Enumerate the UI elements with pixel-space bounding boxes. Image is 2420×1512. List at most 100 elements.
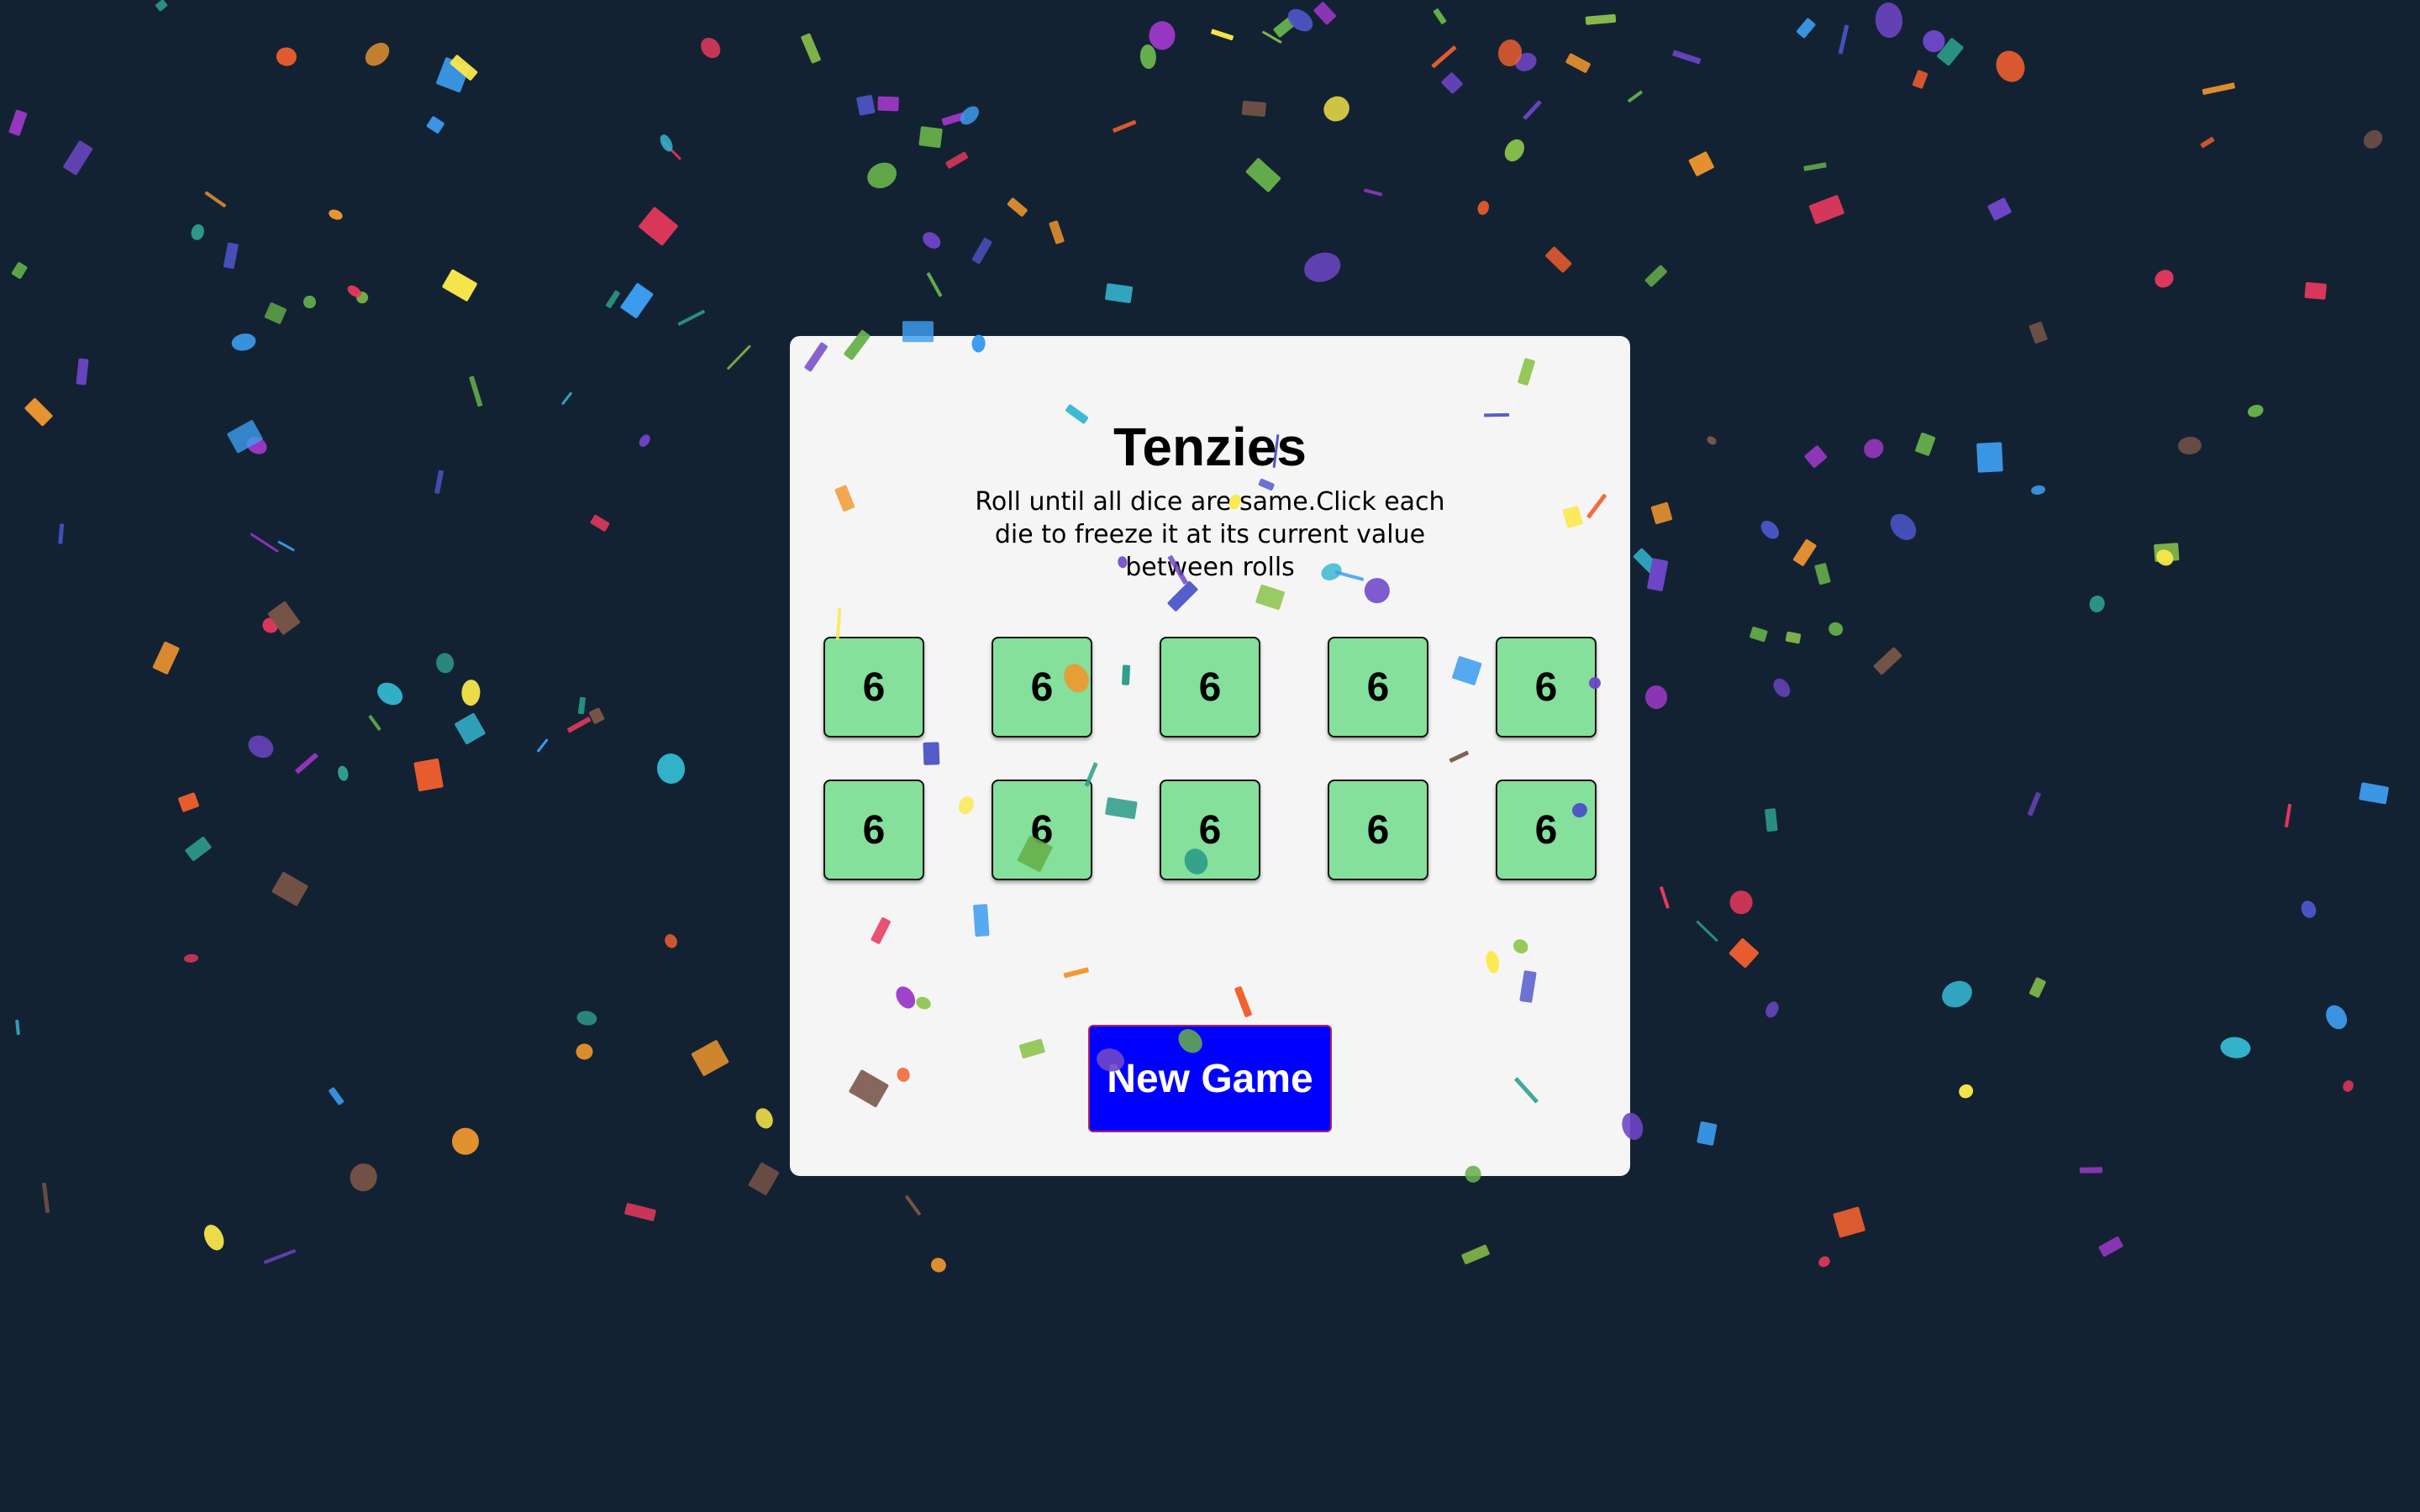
confetti-piece xyxy=(449,54,479,81)
confetti-piece xyxy=(971,236,992,265)
confetti-piece xyxy=(229,332,257,354)
confetti-piece xyxy=(1149,21,1176,50)
confetti-piece xyxy=(657,132,676,154)
confetti-piece xyxy=(1763,1000,1781,1020)
confetti-piece xyxy=(1241,100,1267,117)
confetti-piece xyxy=(661,140,682,161)
confetti-piece xyxy=(957,102,983,129)
die-5[interactable]: 6 xyxy=(1496,637,1597,738)
confetti-piece xyxy=(454,712,487,746)
confetti-piece xyxy=(373,678,408,710)
confetti-piece xyxy=(637,207,679,247)
confetti-piece xyxy=(2098,1235,2124,1257)
confetti-piece xyxy=(1585,13,1617,25)
confetti-piece xyxy=(2153,543,2180,562)
confetti-piece xyxy=(1460,1244,1490,1265)
confetti-piece xyxy=(637,432,653,449)
confetti-piece xyxy=(1873,646,1902,675)
confetti-piece xyxy=(263,302,287,325)
confetti-piece xyxy=(14,1020,20,1036)
confetti-piece xyxy=(1646,558,1669,592)
die-1[interactable]: 6 xyxy=(823,637,924,738)
confetti-piece xyxy=(62,140,93,176)
confetti-piece xyxy=(2028,792,2042,817)
confetti-piece xyxy=(752,1105,776,1131)
confetti-piece xyxy=(727,344,752,370)
confetti-piece xyxy=(1802,444,1828,469)
confetti-piece xyxy=(1650,501,1673,526)
confetti-piece xyxy=(2087,594,2107,614)
die-8[interactable]: 6 xyxy=(1160,780,1260,880)
confetti-piece xyxy=(1431,45,1457,69)
confetti-piece xyxy=(619,282,655,319)
confetti-piece xyxy=(335,764,350,782)
confetti-piece xyxy=(2299,898,2319,921)
confetti-piece xyxy=(1318,91,1355,127)
confetti-piece xyxy=(184,836,212,862)
confetti-piece xyxy=(468,375,483,407)
confetti-piece xyxy=(275,46,298,67)
confetti-piece xyxy=(1313,1,1337,25)
confetti-piece xyxy=(2030,484,2047,496)
confetti-piece xyxy=(1048,219,1065,244)
confetti-piece xyxy=(260,615,281,636)
confetti-piece xyxy=(918,126,943,149)
confetti-piece xyxy=(11,261,28,280)
confetti-piece xyxy=(2151,265,2176,291)
die-7[interactable]: 6 xyxy=(992,780,1092,880)
confetti-piece xyxy=(1975,442,2003,473)
die-6[interactable]: 6 xyxy=(823,780,924,880)
confetti-piece xyxy=(1139,44,1157,70)
confetti-piece xyxy=(449,1124,482,1158)
confetti-piece xyxy=(576,1043,593,1060)
confetti-piece xyxy=(2322,1001,2351,1033)
confetti-piece xyxy=(1885,508,1922,546)
confetti-piece xyxy=(223,242,239,270)
confetti-piece xyxy=(1795,17,1817,39)
die-10[interactable]: 6 xyxy=(1496,780,1597,880)
confetti-piece xyxy=(226,419,264,454)
confetti-piece xyxy=(2360,126,2386,153)
confetti-piece xyxy=(204,191,227,207)
confetti-piece xyxy=(266,601,301,636)
confetti-piece xyxy=(677,310,706,327)
die-2[interactable]: 6 xyxy=(992,637,1092,738)
confetti-piece xyxy=(2028,977,2047,999)
confetti-piece xyxy=(155,0,169,13)
confetti-piece xyxy=(1523,99,1543,120)
confetti-piece xyxy=(1915,432,1936,457)
confetti-piece xyxy=(1687,150,1714,176)
confetti-piece xyxy=(587,706,605,725)
confetti-piece xyxy=(1938,975,1977,1012)
die-3[interactable]: 6 xyxy=(1160,637,1260,738)
confetti-piece xyxy=(605,289,621,309)
confetti-piece xyxy=(2202,81,2235,95)
confetti-piece xyxy=(271,871,308,907)
confetti-piece xyxy=(1644,685,1667,710)
confetti-piece xyxy=(2246,403,2265,420)
die-9[interactable]: 6 xyxy=(1328,780,1428,880)
confetti-piece xyxy=(250,533,279,554)
confetti-piece xyxy=(1757,517,1783,542)
confetti-piece xyxy=(928,1255,949,1276)
confetti-piece xyxy=(1211,29,1234,40)
confetti-piece xyxy=(1827,620,1845,638)
confetti-piece xyxy=(662,932,681,951)
confetti-piece xyxy=(1006,197,1028,218)
confetti-piece xyxy=(346,1159,381,1195)
confetti-piece xyxy=(1476,199,1491,216)
confetti-piece xyxy=(566,717,592,733)
confetti-piece xyxy=(177,791,200,813)
confetti-piece xyxy=(1283,4,1317,36)
confetti-piece xyxy=(1696,1121,1718,1146)
confetti-piece xyxy=(1627,90,1643,102)
confetti-piece xyxy=(2304,281,2327,300)
confetti-piece xyxy=(1432,8,1447,24)
confetti-piece xyxy=(57,524,64,545)
confetti-piece xyxy=(576,1009,598,1027)
die-4[interactable]: 6 xyxy=(1328,637,1428,738)
confetti-piece xyxy=(200,1221,229,1254)
confetti-piece xyxy=(1728,890,1753,916)
confetti-piece xyxy=(2341,1079,2355,1094)
new-game-button[interactable]: New Game xyxy=(1088,1025,1332,1132)
